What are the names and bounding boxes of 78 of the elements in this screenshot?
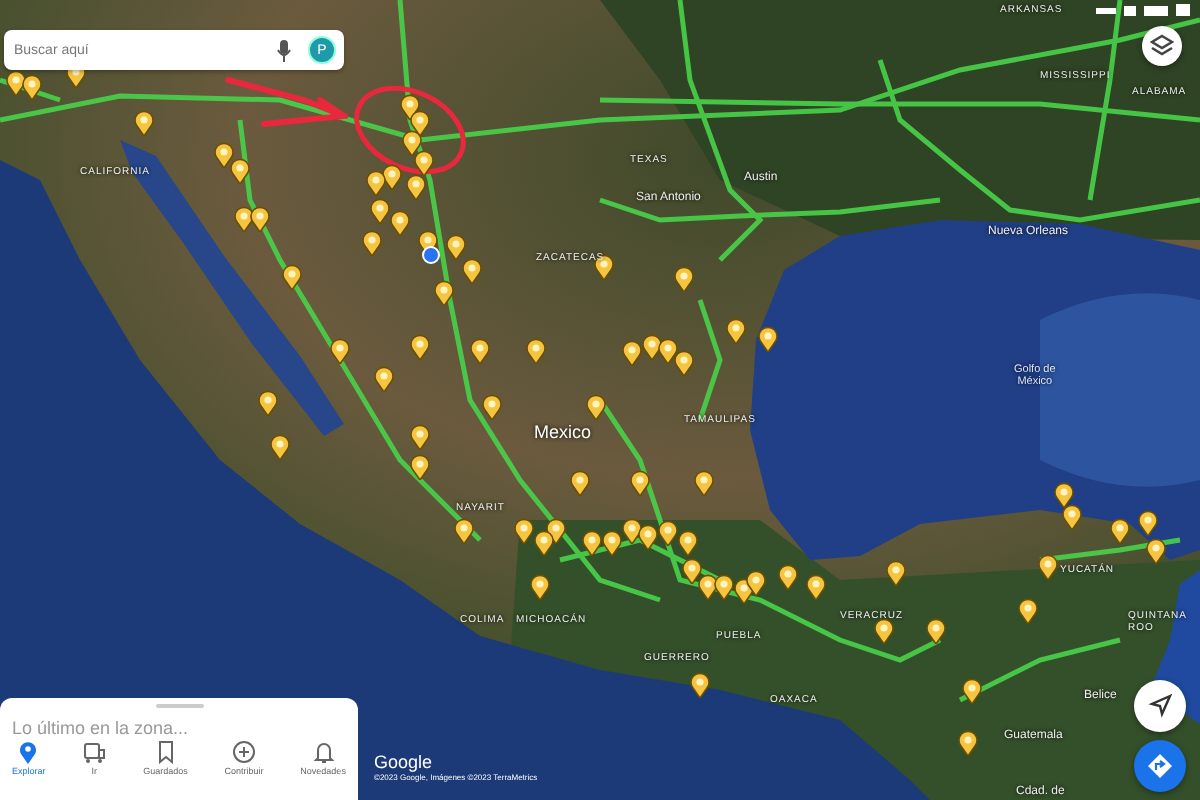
drag-handle[interactable] <box>155 704 203 708</box>
location-pin-icon[interactable] <box>410 424 430 450</box>
vehicle-icon <box>82 740 107 764</box>
location-pin-icon[interactable] <box>406 174 426 200</box>
location-pin-icon[interactable] <box>682 558 702 584</box>
location-pin-icon[interactable] <box>530 574 550 600</box>
location-pin-icon[interactable] <box>410 334 430 360</box>
add-circle-icon <box>232 740 256 764</box>
location-pin-icon[interactable] <box>410 454 430 480</box>
navigation-arrow-icon <box>1148 694 1172 718</box>
location-pin-icon[interactable] <box>454 518 474 544</box>
location-pin-icon[interactable] <box>282 264 302 290</box>
location-pin-icon[interactable] <box>414 150 434 176</box>
location-pin-icon[interactable] <box>962 678 982 704</box>
location-pin-icon[interactable] <box>230 158 250 184</box>
location-pin-icon[interactable] <box>570 470 590 496</box>
location-pin-icon[interactable] <box>658 520 678 546</box>
location-pin-icon[interactable] <box>1038 554 1058 580</box>
location-pin-icon[interactable] <box>778 564 798 590</box>
location-pin-icon[interactable] <box>366 170 386 196</box>
location-pin-icon[interactable] <box>362 230 382 256</box>
location-pin-icon[interactable] <box>1138 510 1158 536</box>
map-label: Mexico <box>534 424 592 444</box>
location-pin-icon[interactable] <box>534 530 554 556</box>
location-pin-icon[interactable] <box>1062 504 1082 530</box>
directions-icon <box>1148 754 1172 778</box>
microphone-icon[interactable] <box>276 39 292 61</box>
layers-icon <box>1150 34 1174 58</box>
location-pin-icon[interactable] <box>678 530 698 556</box>
location-pin-icon[interactable] <box>374 366 394 392</box>
location-pin-icon[interactable] <box>22 74 42 100</box>
location-pin-icon[interactable] <box>390 210 410 236</box>
google-logo: Google <box>374 752 435 772</box>
sheet-title: Lo último en la zona... <box>12 718 191 738</box>
location-pin-icon[interactable] <box>746 570 766 596</box>
location-pin-icon[interactable] <box>1146 538 1166 564</box>
bookmark-icon <box>153 740 178 764</box>
location-pin-icon[interactable] <box>1110 518 1130 544</box>
location-pin-icon[interactable] <box>1018 598 1038 624</box>
location-pin-icon[interactable] <box>658 338 678 364</box>
location-pin-icon[interactable] <box>886 560 906 586</box>
location-pin-icon[interactable] <box>806 574 826 600</box>
location-pin-icon[interactable] <box>514 518 534 544</box>
location-pin-icon <box>16 740 41 764</box>
bell-icon <box>311 740 336 764</box>
location-pin-icon[interactable] <box>586 394 606 420</box>
location-pin-icon[interactable] <box>926 618 946 644</box>
status-icons-drawing <box>1096 4 1192 16</box>
location-pin-icon[interactable] <box>674 266 694 292</box>
location-pin-icon[interactable] <box>134 110 154 136</box>
hand-drawn-arrow <box>224 72 348 132</box>
location-pin-icon[interactable] <box>630 470 650 496</box>
location-pin-icon[interactable] <box>470 338 490 364</box>
location-pin-icon[interactable] <box>690 672 710 698</box>
location-pin-icon[interactable] <box>250 206 270 232</box>
location-pin-icon[interactable] <box>446 234 466 260</box>
location-pin-icon[interactable] <box>674 350 694 376</box>
location-pin-icon[interactable] <box>714 574 734 600</box>
location-pin-icon[interactable] <box>582 530 602 556</box>
location-pin-icon[interactable] <box>622 340 642 366</box>
location-pin-icon[interactable] <box>330 338 350 364</box>
location-pin-icon[interactable] <box>258 390 278 416</box>
location-pin-icon[interactable] <box>1054 482 1074 508</box>
location-pin-icon[interactable] <box>874 618 894 644</box>
location-pin-icon[interactable] <box>726 318 746 344</box>
location-pin-icon[interactable] <box>214 142 234 168</box>
location-pin-icon[interactable] <box>694 470 714 496</box>
location-pin-icon[interactable] <box>526 338 546 364</box>
location-pin-icon[interactable] <box>758 326 778 352</box>
location-pin-icon[interactable] <box>482 394 502 420</box>
location-pin-icon[interactable] <box>638 524 658 550</box>
location-pin-icon[interactable] <box>434 280 454 306</box>
location-pin-icon[interactable] <box>402 130 422 156</box>
location-pin-icon[interactable] <box>958 730 978 756</box>
location-pin-icon[interactable] <box>462 258 482 284</box>
location-pin-icon[interactable] <box>602 530 622 556</box>
location-pin-icon[interactable] <box>270 434 290 460</box>
location-pin-icon[interactable] <box>370 198 390 224</box>
